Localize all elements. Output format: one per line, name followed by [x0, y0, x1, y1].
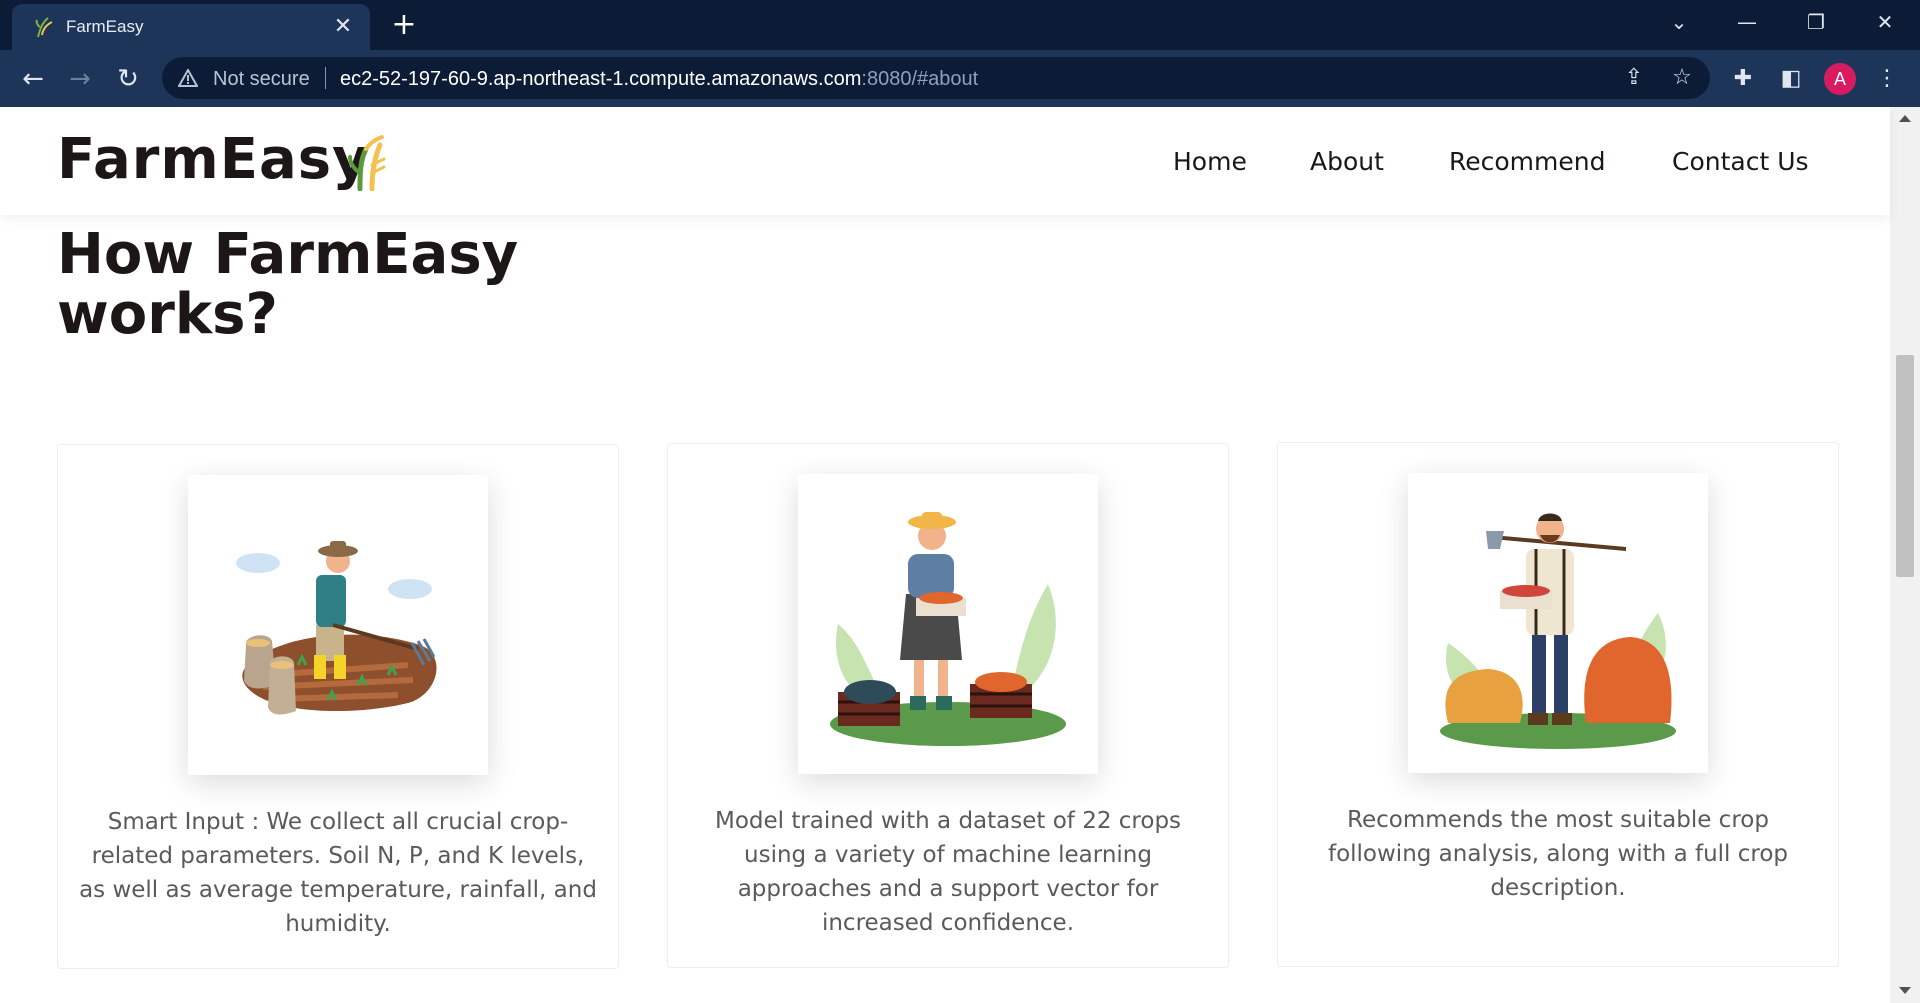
extensions-icon[interactable]: ✚ — [1728, 64, 1758, 94]
reload-icon[interactable]: ↻ — [113, 64, 143, 94]
card-image-frame — [798, 474, 1098, 774]
card-image-frame — [188, 475, 488, 775]
page-scrollbar[interactable] — [1890, 107, 1920, 1003]
feature-card-model: Model trained with a dataset of 22 crops… — [667, 443, 1229, 968]
omnibox-divider — [325, 67, 326, 89]
farmer-hay-illustration — [1440, 513, 1676, 749]
bookmark-star-icon[interactable]: ☆ — [1670, 66, 1694, 90]
feature-card-smart-input: Smart Input : We collect all crucial cro… — [57, 444, 619, 969]
nav-home[interactable]: Home — [1173, 147, 1247, 176]
nav-contact-us[interactable]: Contact Us — [1672, 147, 1809, 176]
page-viewport: FarmEasy Home About Recommend Contact Us… — [0, 107, 1920, 1003]
back-icon[interactable]: ← — [18, 64, 48, 94]
card-description: Recommends the most suitable crop follow… — [1327, 807, 1789, 901]
share-icon[interactable]: ⇪ — [1622, 66, 1646, 90]
browser-toolbar: ← → ↻ Not secure ec2-52-197-60-9.ap-nort… — [0, 50, 1920, 107]
farmer-harvest-illustration — [830, 512, 1066, 746]
security-status[interactable]: Not secure — [213, 68, 310, 91]
warning-icon — [178, 69, 198, 87]
farmer-tilling-illustration — [236, 541, 437, 715]
scroll-down-arrow-icon[interactable] — [1899, 987, 1911, 994]
browser-tab[interactable]: FarmEasy ✕ — [12, 4, 370, 50]
forward-icon[interactable]: → — [65, 64, 95, 94]
scrollbar-thumb[interactable] — [1896, 355, 1914, 577]
url-path: :8080/#about — [861, 68, 979, 90]
minimize-icon[interactable]: — — [1718, 0, 1776, 44]
card-description: Model trained with a dataset of 22 crops… — [714, 808, 1182, 936]
side-panel-icon[interactable]: ◧ — [1776, 64, 1806, 94]
card-image-frame — [1408, 473, 1708, 773]
profile-avatar[interactable]: A — [1824, 63, 1856, 95]
card-description: Smart Input : We collect all crucial cro… — [79, 809, 597, 937]
wheat-logo-icon — [348, 135, 386, 191]
new-tab-button[interactable]: + — [388, 10, 420, 42]
browser-tab-bar: FarmEasy ✕ + ⌄ — ❐ ✕ — [0, 0, 1920, 50]
nav-recommend[interactable]: Recommend — [1449, 147, 1605, 176]
close-window-icon[interactable]: ✕ — [1856, 0, 1914, 44]
farmeasy-favicon-icon — [35, 17, 53, 38]
scroll-up-arrow-icon[interactable] — [1899, 115, 1911, 122]
feature-card-recommend: Recommends the most suitable crop follow… — [1277, 442, 1839, 967]
restore-icon[interactable]: ❐ — [1787, 0, 1845, 44]
site-header: FarmEasy Home About Recommend Contact Us — [0, 107, 1890, 215]
tab-close-icon[interactable]: ✕ — [330, 14, 356, 40]
nav-about[interactable]: About — [1310, 147, 1384, 176]
url-host: ec2-52-197-60-9.ap-northeast-1.compute.a… — [340, 68, 862, 90]
brand-logo[interactable]: FarmEasy — [57, 127, 370, 192]
url-text[interactable]: ec2-52-197-60-9.ap-northeast-1.compute.a… — [340, 68, 978, 91]
section-title: How FarmEasy works? — [57, 222, 519, 347]
tab-title: FarmEasy — [66, 17, 144, 36]
menu-kebab-icon[interactable]: ⋮ — [1872, 64, 1902, 94]
tab-search-icon[interactable]: ⌄ — [1650, 0, 1708, 44]
address-bar[interactable]: Not secure ec2-52-197-60-9.ap-northeast-… — [162, 57, 1710, 99]
